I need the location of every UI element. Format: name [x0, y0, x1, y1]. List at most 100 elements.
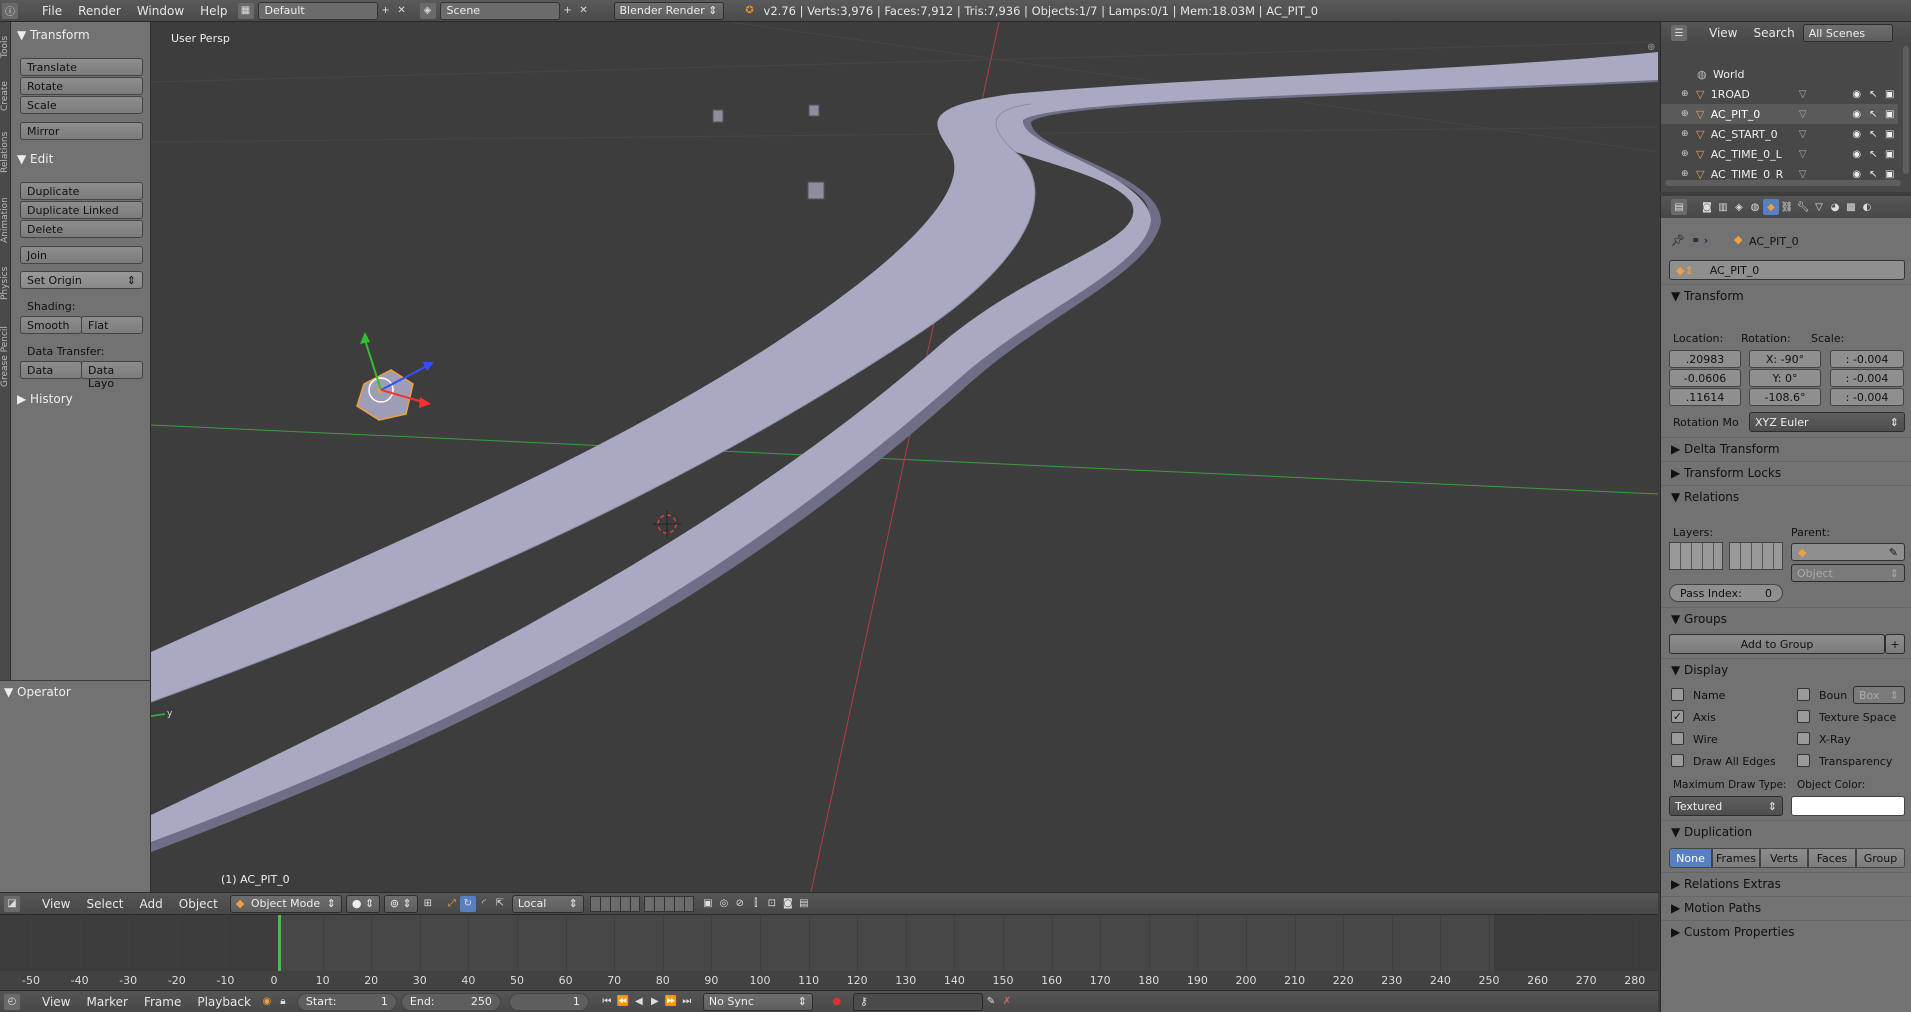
location-x-field[interactable]: .20983 [1669, 350, 1741, 368]
lock-layers-icon[interactable]: ▣ [700, 896, 716, 912]
current-frame-indicator[interactable] [278, 915, 281, 971]
menu-add[interactable]: Add [132, 897, 171, 911]
mirror-button[interactable]: Mirror [20, 122, 143, 140]
display-header[interactable]: ▼ Display [1661, 658, 1911, 680]
panel-history-header[interactable]: ▶ History [17, 392, 73, 406]
parent-type-dropdown[interactable]: Object ⇕ [1791, 564, 1905, 582]
info-editor-icon[interactable]: ⓘ [2, 2, 18, 19]
road-mesh[interactable] [151, 68, 1658, 842]
manipulator-x-arrow-icon[interactable] [419, 397, 431, 408]
outliner-item[interactable]: ◍ World [1661, 64, 1898, 84]
render-animation-icon[interactable]: ▤ [796, 896, 812, 912]
mesh-data-icon[interactable]: ▽ [1799, 89, 1849, 100]
camera-icon[interactable]: ◙ [780, 896, 796, 912]
manipulator-toggle-icon[interactable]: ⊞ [420, 896, 436, 912]
world-context-icon[interactable]: ◍ [1747, 199, 1763, 215]
outliner-item[interactable]: ⊕ ▽ AC_PIT_0 ▽ ◉ ↖ ▣ [1661, 104, 1898, 124]
menu-view[interactable]: View [34, 897, 78, 911]
duplicate-button[interactable]: Duplicate [20, 182, 143, 200]
parent-field[interactable]: ◆ ✎ [1791, 543, 1905, 561]
insert-keyframe-icon[interactable]: ✎ [983, 994, 999, 1010]
mesh-data-icon[interactable]: ▽ [1799, 109, 1849, 120]
cursor-select-icon[interactable]: ↖ [1865, 89, 1882, 100]
material-context-icon[interactable]: ◕ [1827, 199, 1843, 215]
rotation-y-field[interactable]: Y: 0° [1749, 369, 1821, 387]
start-frame-field[interactable]: Start: 1 [296, 992, 397, 1011]
tab-relations[interactable]: Relations [0, 122, 11, 182]
play-reverse-icon[interactable]: ◀ [631, 994, 647, 1010]
texture-space-checkbox[interactable] [1797, 710, 1810, 723]
outliner-item[interactable]: ⊕ ▽ AC_TIME_0_L ▽ ◉ ↖ ▣ [1661, 144, 1898, 164]
panel-edit-header[interactable]: ▼ Edit [17, 152, 53, 166]
data-context-icon[interactable]: ▽ [1811, 199, 1827, 215]
editor-type-icon[interactable]: ◴ [4, 993, 20, 1010]
duplication-header[interactable]: ▼ Duplication [1661, 820, 1911, 842]
render-context-icon[interactable]: ◙ [1699, 199, 1715, 215]
jump-keyframe-forward-icon[interactable]: ⏩ [663, 994, 679, 1010]
cursor-select-icon[interactable]: ↖ [1865, 109, 1882, 120]
menu-view[interactable]: View [34, 995, 78, 1009]
join-button[interactable]: Join [20, 246, 143, 264]
add-to-group-button[interactable]: Add to Group [1669, 634, 1885, 654]
bounds-type-dropdown[interactable]: Box ⇕ [1853, 686, 1905, 704]
dup-frames-button[interactable]: Frames [1712, 848, 1760, 868]
scale-manipulator-icon[interactable]: ◜ [476, 896, 492, 912]
snap-icon[interactable]: ⊘ [732, 896, 748, 912]
expand-toggle-icon[interactable]: ⊕ [1681, 129, 1692, 139]
scale-x-field[interactable]: : -0.004 [1830, 350, 1904, 368]
menu-playback[interactable]: Playback [189, 995, 259, 1009]
texture-context-icon[interactable]: ▩ [1843, 199, 1859, 215]
panel-transform-header[interactable]: ▼ Transform [17, 28, 90, 42]
eye-icon[interactable]: ◉ [1848, 169, 1865, 180]
pivot-point-dropdown[interactable]: ⊚ ⇕ [383, 894, 418, 913]
location-z-field[interactable]: .11614 [1669, 388, 1741, 406]
timeline[interactable]: -50 -40 -30 -20 -10 0 10 20 30 40 50 60 70 80 90 100 110… [0, 914, 1658, 991]
tab-grease-pencil[interactable]: Grease Pencil [0, 314, 11, 400]
preview-range-icon[interactable]: ◉ [259, 994, 275, 1010]
expand-toggle-icon[interactable]: ⊕ [1681, 89, 1692, 99]
axis-checkbox[interactable]: ✓ [1671, 710, 1684, 723]
tab-physics[interactable]: Physics [0, 258, 11, 308]
mesh-data-icon[interactable]: ▽ [1799, 129, 1849, 140]
pin-icon[interactable]: 📌︎ [1671, 234, 1685, 247]
motion-paths-header[interactable]: ▶ Motion Paths [1661, 896, 1911, 918]
expand-toggle-icon[interactable]: ⊕ [1681, 109, 1692, 119]
relations-header[interactable]: ▼ Relations [1661, 485, 1911, 507]
mesh-data-icon[interactable]: ▽ [1799, 169, 1849, 180]
scene-layers-grid[interactable] [589, 895, 640, 912]
camera-render-icon[interactable]: ▣ [1881, 169, 1898, 180]
jump-keyframe-back-icon[interactable]: ⏪ [615, 994, 631, 1010]
eye-icon[interactable]: ◉ [1848, 129, 1865, 140]
menu-window[interactable]: Window [129, 4, 192, 18]
mode-dropdown[interactable]: ◆ Object Mode ⇕ [229, 894, 342, 913]
object-context-icon[interactable]: ◆ [1763, 199, 1779, 215]
scene-context-icon[interactable]: ◈ [1731, 199, 1747, 215]
remove-layout-icon[interactable]: ✕ [394, 3, 410, 19]
jump-end-icon[interactable]: ⏭ [679, 994, 695, 1010]
dup-verts-button[interactable]: Verts [1760, 848, 1808, 868]
render-icon[interactable]: ⊡ [764, 896, 780, 912]
editor-type-icon[interactable]: ☰ [1671, 25, 1687, 41]
eye-icon[interactable]: ◉ [1848, 109, 1865, 120]
3d-viewport[interactable]: z y User Persp (1) AC_PIT_0 ⊕ [151, 22, 1658, 892]
scene-field[interactable]: Scene [439, 1, 560, 20]
rotation-x-field[interactable]: X: -90° [1749, 350, 1821, 368]
display-mode-dropdown[interactable]: All Scenes [1802, 24, 1893, 42]
editor-type-icon[interactable]: ◪ [4, 895, 20, 912]
viewport-scene[interactable]: z y [151, 22, 1658, 892]
camera-render-icon[interactable]: ▣ [1881, 129, 1898, 140]
menu-view[interactable]: View [1701, 26, 1745, 40]
xray-checkbox[interactable] [1797, 732, 1810, 745]
draw-all-edges-checkbox[interactable] [1671, 754, 1684, 767]
menu-file[interactable]: File [34, 4, 70, 18]
flat-button[interactable]: Flat [81, 316, 143, 334]
end-frame-field[interactable]: End: 250 [400, 992, 501, 1011]
rotate-button[interactable]: Rotate [20, 77, 143, 95]
expand-toggle-icon[interactable]: ⊕ [1681, 149, 1692, 159]
eye-icon[interactable]: ◉ [1848, 149, 1865, 160]
manipulator-y-arrow-icon[interactable] [360, 332, 370, 344]
scale-z-field[interactable]: : -0.004 [1830, 388, 1904, 406]
scene-icon[interactable]: ◈ [419, 2, 436, 19]
eye-icon[interactable]: ◉ [1848, 89, 1865, 100]
tab-create[interactable]: Create [0, 74, 11, 118]
